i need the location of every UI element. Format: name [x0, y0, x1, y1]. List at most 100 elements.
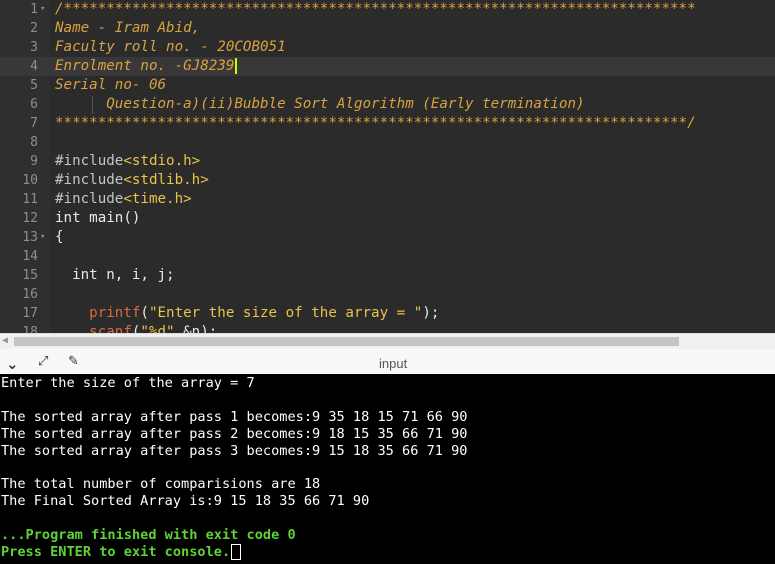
code-text: /***************************************…: [55, 0, 696, 19]
code-token: #include: [55, 191, 124, 207]
console-line: The sorted array after pass 3 becomes:9 …: [1, 443, 468, 460]
expand-icon[interactable]: ⤢: [38, 354, 48, 369]
scroll-left-arrow-icon[interactable]: ◀: [2, 335, 8, 346]
code-token: #include: [55, 172, 124, 188]
line-number: 10: [22, 173, 38, 188]
code-line[interactable]: 15 int n, i, j;: [0, 266, 775, 285]
code-token: );: [422, 305, 440, 321]
chevron-down-icon[interactable]: ⌄: [6, 355, 19, 373]
fold-arrow-icon[interactable]: ▾: [40, 228, 45, 247]
line-number: 9: [30, 154, 38, 169]
code-line[interactable]: 10 #include<stdlib.h>: [0, 171, 775, 190]
fold-arrow-icon[interactable]: ▾: [40, 0, 45, 19]
code-line[interactable]: 13 ▾ {: [0, 228, 775, 247]
console-text: The total number of comparisions are 18: [1, 476, 321, 493]
code-token: int n, i, j;: [55, 267, 175, 283]
code-line[interactable]: 1 ▾ /*************************************…: [0, 0, 775, 19]
code-line[interactable]: 16: [0, 285, 775, 304]
line-number: 16: [22, 287, 38, 302]
line-number: 6: [30, 97, 38, 112]
code-text: #include<stdio.h>: [55, 152, 200, 171]
code-text: int n, i, j;: [55, 266, 175, 285]
line-number: 4: [30, 59, 38, 74]
code-text: {: [55, 228, 64, 247]
input-tab-label[interactable]: input: [379, 356, 407, 371]
code-line[interactable]: 8: [0, 133, 775, 152]
code-token: #include: [55, 153, 124, 169]
console-text: ...Program finished with exit code 0: [1, 527, 296, 544]
console-text: Press ENTER to exit console.: [1, 544, 231, 560]
code-editor[interactable]: 1 ▾/*************************************…: [0, 0, 775, 333]
code-token: ,&n);: [174, 324, 218, 333]
code-text: printf("Enter the size of the array = ")…: [55, 304, 439, 323]
line-number: 1: [30, 2, 38, 17]
line-number: 8: [30, 135, 38, 150]
code-text: Faculty roll no. - 20COB051: [55, 38, 286, 57]
horizontal-scrollbar[interactable]: ◀: [0, 333, 775, 349]
code-text: ****************************************…: [55, 114, 696, 133]
code-token: scanf: [55, 324, 132, 333]
console-cursor: [231, 544, 242, 560]
code-text: #include<stdlib.h>: [55, 171, 209, 190]
line-number: 7: [30, 116, 38, 131]
code-line[interactable]: 9 #include<stdio.h>: [0, 152, 775, 171]
code-text: Question-a)(ii)Bubble Sort Algorithm (Ea…: [55, 95, 585, 114]
console-line: Enter the size of the array = 7: [1, 375, 255, 392]
code-token: (: [140, 305, 149, 321]
console-line: The sorted array after pass 2 becomes:9 …: [1, 426, 468, 443]
code-token: Faculty roll no. - 20COB051: [55, 39, 286, 55]
line-number: 13: [22, 230, 38, 245]
console-text: Enter the size of the array = 7: [1, 375, 255, 391]
scrollbar-thumb[interactable]: [14, 337, 679, 346]
code-token: <stdio.h>: [123, 153, 201, 169]
code-token: Question-a)(ii)Bubble Sort Algorithm (Ea…: [55, 96, 585, 112]
console-line: The Final Sorted Array is:9 15 18 35 66 …: [1, 493, 369, 510]
console-line: The total number of comparisions are 18: [1, 476, 320, 493]
line-number: 3: [30, 40, 38, 55]
code-text: scanf("%d",&n);: [55, 323, 217, 333]
console-text: The sorted array after pass 1 becomes:9 …: [1, 408, 468, 425]
code-text: #include<time.h>: [55, 190, 192, 209]
line-number: 2: [30, 21, 38, 36]
line-number: 14: [22, 249, 38, 264]
code-line[interactable]: 7 ***************************************…: [0, 114, 775, 133]
console-text: The Final Sorted Array is:9 15 18 35 66 …: [1, 493, 370, 510]
code-line[interactable]: 17 printf("Enter the size of the array =…: [0, 304, 775, 323]
line-number: 18: [22, 325, 38, 333]
code-token: Enrolment no. -GJ8239: [55, 58, 235, 74]
broom-icon[interactable]: ✎: [68, 354, 79, 369]
line-number: 12: [22, 211, 38, 226]
code-text: int main(): [55, 209, 140, 228]
code-text: Serial no- 06: [55, 76, 166, 95]
code-line[interactable]: 11 #include<time.h>: [0, 190, 775, 209]
console-line: ...Program finished with exit code 0: [1, 527, 296, 544]
code-token: {: [55, 229, 64, 245]
code-line[interactable]: 3 Faculty roll no. - 20COB051: [0, 38, 775, 57]
code-token: Serial no- 06: [55, 77, 167, 93]
code-line[interactable]: 5 Serial no- 06: [0, 76, 775, 95]
text-cursor: [235, 58, 238, 74]
output-console[interactable]: Enter the size of the array = 7 The sorte…: [0, 374, 775, 564]
code-line[interactable]: 18 scanf("%d",&n);: [0, 323, 775, 333]
code-token: "Enter the size of the array = ": [148, 305, 423, 321]
console-text: The sorted array after pass 3 becomes:9 …: [1, 442, 468, 459]
code-token: ****************************************…: [55, 115, 696, 131]
code-line[interactable]: 4 Enrolment no. -GJ8239: [0, 57, 775, 76]
console-line: Press ENTER to exit console.: [1, 544, 242, 561]
code-token: Name - Iram Abid,: [55, 20, 201, 36]
line-number: 15: [22, 268, 38, 283]
code-token: <stdlib.h>: [123, 172, 209, 188]
code-line[interactable]: 2 Name - Iram Abid,: [0, 19, 775, 38]
line-number: 11: [22, 192, 38, 207]
code-line[interactable]: 12 int main(): [0, 209, 775, 228]
code-token: int main(): [55, 210, 141, 226]
console-text: The sorted array after pass 2 becomes:9 …: [1, 425, 468, 442]
code-token: "%d": [140, 324, 175, 333]
code-line[interactable]: 6 Question-a)(ii)Bubble Sort Algorithm (…: [0, 95, 775, 114]
code-token: printf: [55, 305, 141, 321]
code-token: /***************************************…: [55, 1, 696, 17]
indent-guide: [92, 96, 93, 114]
code-text: Name - Iram Abid,: [55, 19, 200, 38]
code-line[interactable]: 14: [0, 247, 775, 266]
console-line: The sorted array after pass 1 becomes:9 …: [1, 409, 468, 426]
